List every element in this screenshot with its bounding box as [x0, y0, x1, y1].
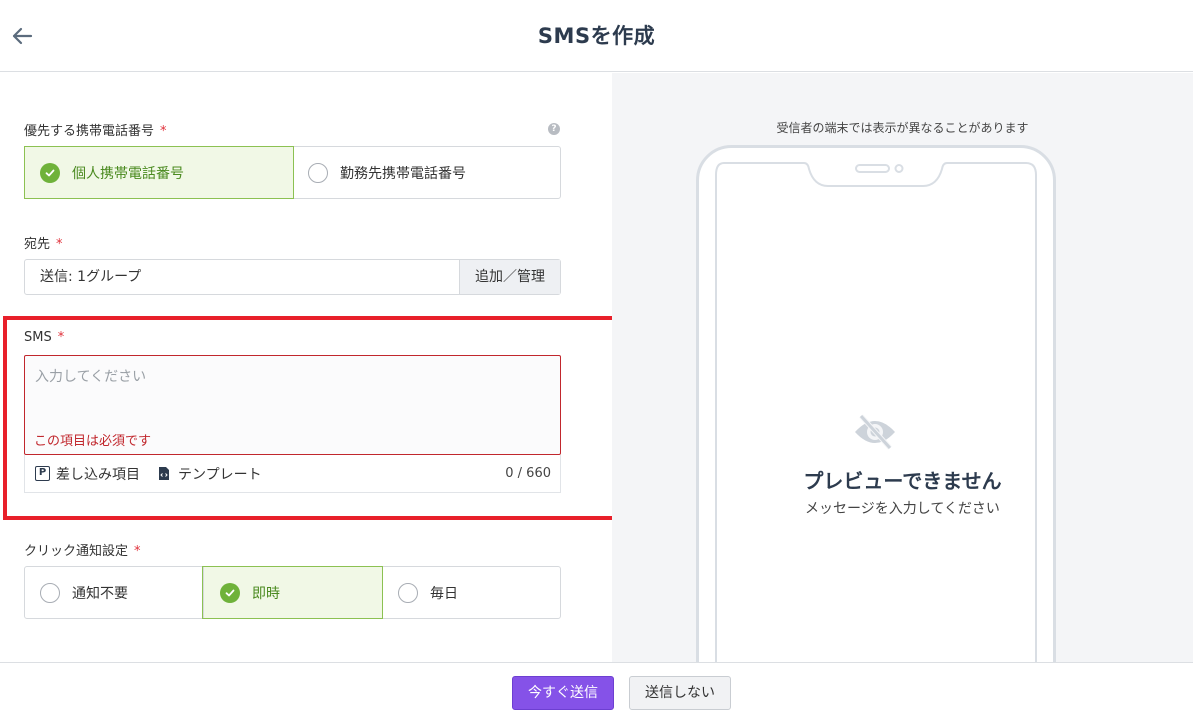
insert-fields-button[interactable]: P 差し込み項目 [35, 464, 140, 484]
template-button[interactable]: テンプレート [158, 464, 262, 484]
option-immediate[interactable]: 即時 [202, 566, 383, 619]
dont-send-button[interactable]: 送信しない [629, 676, 731, 710]
radio-empty-icon [40, 582, 60, 603]
sms-toolbar: P 差し込み項目 テンプレート 0 / 660 [24, 455, 561, 493]
recipient-field: 送信: 1グループ 追加／管理 [24, 259, 561, 295]
phone-priority-group: 個人携帯電話番号 勤務先携帯電話番号 [24, 146, 561, 199]
radio-empty-icon [308, 162, 328, 183]
sms-message-input[interactable] [25, 356, 560, 424]
option-label: 個人携帯電話番号 [72, 165, 184, 182]
template-label: テンプレート [178, 466, 262, 483]
preview-empty-title: プレビューできません [803, 469, 1002, 493]
recipient-value[interactable]: 送信: 1グループ [25, 260, 459, 294]
preview-empty-subtitle: メッセージを入力してください [805, 501, 1000, 517]
add-manage-button[interactable]: 追加／管理 [459, 260, 560, 294]
check-circle-icon [40, 162, 60, 183]
option-label: 通知不要 [72, 585, 128, 602]
code-file-icon [159, 467, 169, 480]
required-mark: * [134, 544, 141, 559]
check-circle-icon [220, 582, 240, 603]
required-mark: * [57, 330, 65, 345]
preview-panel: 受信者の端末では表示が異なることがあります プレビューできません メッセージを入… [612, 73, 1193, 662]
phone-frame [696, 145, 1056, 662]
page-header: SMSを作成 [0, 0, 1193, 72]
sms-label: SMS * [24, 330, 65, 345]
question-circle-icon[interactable]: ? [548, 123, 560, 135]
sms-form: 優先する携帯電話番号 * ? 個人携帯電話番号 勤務先携帯電話番号 宛先 * 送信:… [0, 73, 612, 662]
option-label: 毎日 [430, 585, 458, 602]
insert-fields-label: 差し込み項目 [56, 466, 140, 483]
preview-note: 受信者の端末では表示が異なることがあります [776, 121, 1029, 135]
click-notify-group: 通知不要 即時 毎日 [24, 566, 561, 619]
option-work-mobile[interactable]: 勤務先携帯電話番号 [293, 147, 560, 198]
phone-priority-label: 優先する携帯電話番号 * [24, 124, 167, 139]
sms-error-message: この項目は必須です [34, 434, 152, 449]
option-personal-mobile[interactable]: 個人携帯電話番号 [24, 146, 294, 199]
option-no-notify[interactable]: 通知不要 [25, 567, 203, 618]
required-mark: * [56, 237, 63, 252]
option-label: 勤務先携帯電話番号 [340, 165, 466, 182]
option-daily[interactable]: 毎日 [382, 567, 560, 618]
footer-bar: 今すぐ送信 送信しない [0, 662, 1193, 719]
parking-p-icon: P [35, 466, 50, 481]
option-label: 即時 [252, 585, 280, 602]
click-notify-label: クリック通知設定 * [24, 544, 141, 559]
send-now-button[interactable]: 今すぐ送信 [512, 676, 614, 710]
sms-message-area: この項目は必須です [24, 355, 561, 455]
required-mark: * [160, 124, 167, 139]
page-title: SMSを作成 [537, 24, 656, 48]
radio-empty-icon [398, 582, 418, 603]
recipient-label: 宛先 * [24, 237, 63, 252]
eye-slash-icon [855, 414, 895, 450]
character-counter: 0 / 660 [505, 466, 551, 481]
